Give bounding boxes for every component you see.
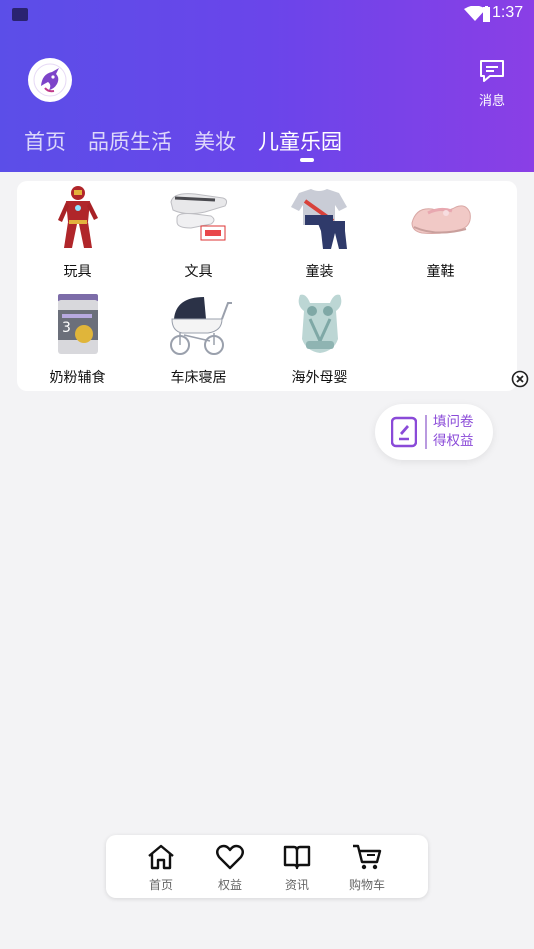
survey-float-button[interactable]: 填问卷 得权益 [375, 404, 493, 460]
stroller-icon [169, 297, 232, 355]
category-label: 海外母婴 [291, 370, 348, 386]
category-overseas-baby[interactable]: 海外母婴 [259, 287, 380, 393]
header: 1:37 消息 首页 品质生活 美妆 儿童乐园 [0, 0, 534, 172]
nav-label: 资讯 [284, 878, 309, 892]
category-label: 车床寝居 [170, 370, 227, 386]
tab-quality-life[interactable]: 品质生活 [88, 126, 172, 166]
category-label: 玩具 [63, 264, 92, 280]
survey-line-2: 得权益 [433, 433, 474, 449]
close-icon[interactable] [511, 370, 529, 388]
category-label: 奶粉辅食 [49, 370, 106, 386]
messages-label: 消息 [478, 94, 505, 109]
category-label: 文具 [184, 264, 213, 280]
messages-button[interactable]: 消息 [470, 58, 514, 109]
nav-label: 权益 [217, 878, 242, 892]
bottom-nav: 首页 权益 资讯 购物车 [106, 835, 428, 898]
heart-icon [216, 844, 244, 870]
survey-divider [425, 415, 427, 449]
category-kids-clothing[interactable]: 童装 [259, 181, 380, 287]
category-kids-shoes[interactable]: 童鞋 [380, 181, 501, 287]
status-bar: 1:37 [0, 0, 534, 28]
category-label: 童装 [305, 264, 334, 280]
kids-shoes-icon [410, 205, 471, 234]
cart-icon [353, 844, 382, 870]
nav-news[interactable]: 资讯 [267, 843, 327, 893]
category-label: 童鞋 [426, 264, 455, 280]
battery-icon [483, 6, 490, 22]
survey-line-1: 填问卷 [433, 414, 474, 430]
toy-figure-icon [57, 186, 98, 248]
nav-label: 首页 [148, 878, 173, 892]
category-stroller[interactable]: 车床寝居 [138, 287, 259, 393]
app-logo[interactable] [28, 58, 72, 102]
book-icon [283, 845, 311, 870]
chat-icon [480, 60, 504, 82]
kids-clothing-icon [290, 189, 347, 249]
active-tab-indicator [300, 158, 314, 162]
category-toys[interactable]: 玩具 [17, 181, 138, 287]
unicorn-logo-icon [33, 63, 67, 97]
tab-beauty[interactable]: 美妆 [194, 126, 236, 166]
questionnaire-icon [391, 416, 417, 448]
sim-icon [12, 8, 28, 21]
tab-home[interactable]: 首页 [24, 126, 66, 166]
baby-carrier-icon [298, 294, 341, 353]
home-icon [148, 844, 174, 870]
nav-home[interactable]: 首页 [131, 843, 191, 893]
category-stationery[interactable]: 文具 [138, 181, 259, 287]
nav-benefits[interactable]: 权益 [200, 843, 260, 893]
nav-label: 购物车 [348, 878, 385, 892]
svg-text:3: 3 [62, 320, 71, 336]
category-card: 玩具 文具 童装 童鞋 3 奶粉辅食 车床寝居 海外母婴 [17, 181, 517, 391]
milk-powder-icon: 3 [57, 294, 98, 354]
category-milk-powder[interactable]: 3 奶粉辅食 [17, 287, 138, 393]
status-time: 1:37 [492, 4, 524, 21]
stationery-icon [169, 193, 227, 241]
nav-cart[interactable]: 购物车 [337, 843, 397, 893]
